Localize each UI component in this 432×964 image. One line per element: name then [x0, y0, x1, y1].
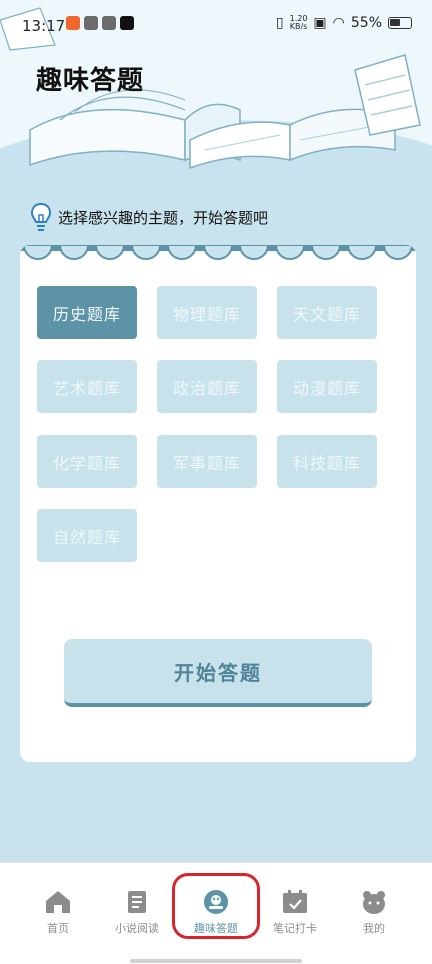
vibrate-icon: ▯ [275, 15, 284, 31]
app-notification-icon [66, 16, 80, 30]
topic-art-button[interactable]: 艺术题库 [37, 360, 137, 413]
home-indicator[interactable] [130, 959, 302, 963]
bear-icon [363, 891, 385, 914]
battery-icon [388, 17, 412, 29]
tab-novel-reading[interactable]: 小说阅读 [107, 889, 167, 936]
tab-mine[interactable]: 我的 [344, 889, 404, 936]
tab-home-label: 首页 [47, 922, 69, 935]
status-bar: 13:17 ▯ 1.20 KB/s ▣ ◠ 55% [0, 0, 432, 50]
status-app-icons [66, 16, 134, 30]
lightbulb-icon [30, 202, 52, 231]
scallop-border [20, 245, 416, 260]
tab-notes-checkin-label: 笔记打卡 [273, 922, 317, 935]
tab-fun-quiz[interactable]: 趣味答题 [186, 889, 246, 936]
topic-technology-button[interactable]: 科技题库 [277, 435, 377, 488]
page-title: 趣味答题 [36, 66, 145, 96]
status-right: ▯ 1.20 KB/s ▣ ◠ 55% [276, 15, 412, 31]
status-time: 13:17 [22, 17, 66, 35]
battery-percent: 55% [350, 15, 382, 31]
net-speed: 1.20 KB/s [289, 14, 308, 31]
wifi-icon: ◠ [332, 15, 345, 31]
tab-novel-reading-label: 小说阅读 [115, 922, 159, 935]
robot-icon [204, 890, 228, 914]
app-notification-icon [84, 16, 98, 30]
tab-mine-label: 我的 [363, 922, 385, 935]
topic-politics-button[interactable]: 政治题库 [157, 360, 257, 413]
bottom-tabbar: 首页 小说阅读 趣味答题 笔记打卡 我的 [0, 862, 432, 964]
topic-astronomy-button[interactable]: 天文题库 [277, 286, 377, 339]
topic-history-button[interactable]: 历史题库 [37, 286, 137, 339]
tiktok-icon [120, 16, 134, 30]
prompt-text: 选择感兴趣的主题，开始答题吧 [58, 208, 269, 227]
topic-anime-button[interactable]: 动漫题库 [277, 360, 377, 413]
topic-nature-button[interactable]: 自然题库 [37, 509, 137, 562]
tab-fun-quiz-label: 趣味答题 [194, 922, 238, 935]
start-quiz-button[interactable]: 开始答题 [64, 639, 372, 707]
book-icon [128, 891, 146, 913]
sim-icon: ▣ [313, 15, 327, 31]
calendar-check-icon [283, 890, 307, 913]
topic-card: 历史题库 物理题库 天文题库 艺术题库 政治题库 动漫题库 化学题库 军事题库 … [20, 245, 416, 762]
tab-notes-checkin[interactable]: 笔记打卡 [265, 889, 325, 936]
app-notification-icon [102, 16, 116, 30]
topic-physics-button[interactable]: 物理题库 [157, 286, 257, 339]
prompt-row: 选择感兴趣的主题，开始答题吧 [30, 202, 268, 232]
topic-chemistry-button[interactable]: 化学题库 [37, 435, 137, 488]
home-icon [46, 891, 70, 913]
topic-military-button[interactable]: 军事题库 [157, 435, 257, 488]
tab-home[interactable]: 首页 [28, 889, 88, 936]
